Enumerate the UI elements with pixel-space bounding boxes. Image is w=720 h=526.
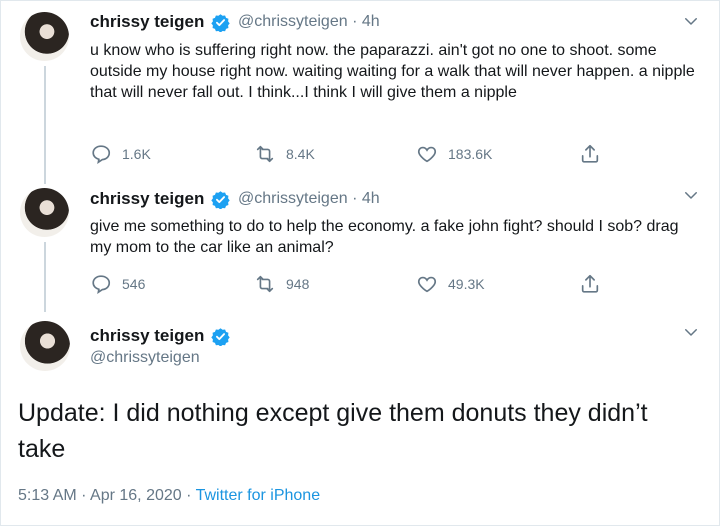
verified-badge-icon bbox=[211, 328, 230, 346]
thread-line bbox=[44, 242, 46, 312]
reply-button[interactable]: 546 bbox=[90, 273, 145, 295]
avatar[interactable] bbox=[20, 188, 69, 237]
share-button[interactable] bbox=[579, 273, 611, 295]
tweet-text: give me something to do to help the econ… bbox=[90, 218, 679, 256]
like-button[interactable]: 183.6K bbox=[416, 143, 492, 165]
like-icon bbox=[417, 146, 437, 163]
like-icon bbox=[417, 276, 437, 293]
chevron-down-icon[interactable] bbox=[682, 12, 700, 30]
retweet-button[interactable]: 948 bbox=[254, 273, 309, 295]
like-button[interactable]: 49.3K bbox=[416, 273, 485, 295]
tweet-source-link[interactable]: Twitter for iPhone bbox=[196, 487, 321, 504]
tweet-time[interactable]: · 4h bbox=[352, 13, 380, 30]
tweet-text: u know who is suffering right now. the p… bbox=[90, 42, 695, 101]
chevron-down-icon[interactable] bbox=[682, 186, 700, 204]
thread-line bbox=[44, 66, 46, 184]
tweet-metadata: 5:13 AM · Apr 16, 2020 · Twitter for iPh… bbox=[18, 487, 320, 505]
retweet-count: 8.4K bbox=[286, 146, 315, 162]
author-handle[interactable]: @chrissyteigen · 4h bbox=[238, 13, 380, 31]
verified-badge-icon bbox=[211, 191, 230, 209]
tweet-timestamp[interactable]: 5:13 AM · Apr 16, 2020 · bbox=[18, 487, 196, 504]
reply-icon bbox=[92, 145, 111, 165]
share-icon bbox=[581, 274, 599, 293]
avatar[interactable] bbox=[20, 321, 70, 371]
author-handle[interactable]: @chrissyteigen · 4h bbox=[238, 190, 380, 208]
author-handle[interactable]: @chrissyteigen bbox=[90, 349, 200, 367]
share-button[interactable] bbox=[579, 143, 611, 165]
main-tweet-text: Update: I did nothing except give them d… bbox=[18, 399, 648, 463]
reply-icon bbox=[92, 275, 111, 295]
like-count: 49.3K bbox=[448, 276, 485, 292]
reply-count: 1.6K bbox=[122, 146, 151, 162]
like-count: 183.6K bbox=[448, 146, 493, 162]
author-name[interactable]: chrissy teigen bbox=[90, 12, 204, 32]
retweet-icon bbox=[256, 275, 274, 293]
author-name[interactable]: chrissy teigen bbox=[90, 326, 204, 346]
author-name[interactable]: chrissy teigen bbox=[90, 189, 204, 209]
retweet-button[interactable]: 8.4K bbox=[254, 143, 315, 165]
share-icon bbox=[581, 144, 599, 163]
reply-count: 546 bbox=[122, 276, 146, 292]
avatar[interactable] bbox=[20, 12, 69, 61]
retweet-count: 948 bbox=[286, 276, 310, 292]
retweet-icon bbox=[256, 145, 274, 163]
verified-badge-icon bbox=[211, 14, 230, 32]
reply-button[interactable]: 1.6K bbox=[90, 143, 151, 165]
chevron-down-icon[interactable] bbox=[682, 323, 700, 341]
tweet-time[interactable]: · 4h bbox=[352, 190, 380, 207]
